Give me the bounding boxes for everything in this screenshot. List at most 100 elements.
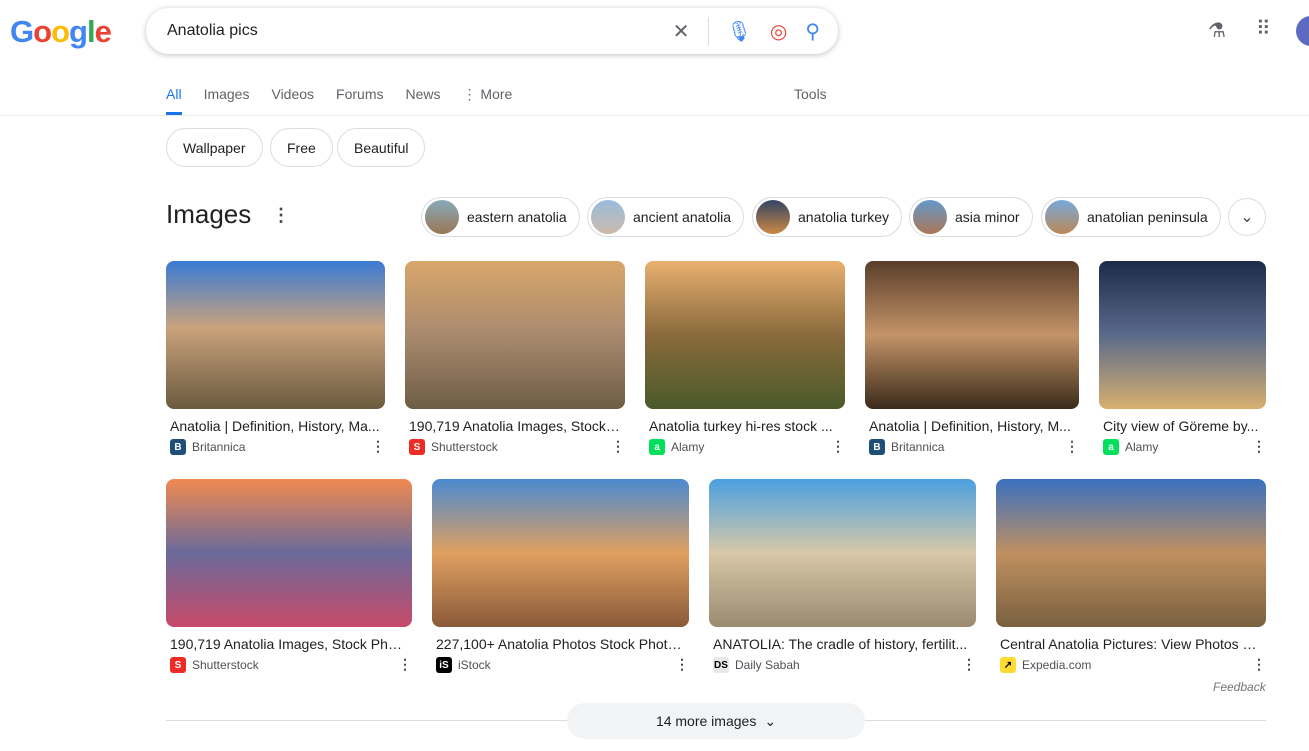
result-title[interactable]: Anatolia turkey hi-res stock ... xyxy=(649,418,841,434)
chip-beautiful[interactable]: Beautiful xyxy=(337,128,426,167)
chip-label: asia minor xyxy=(955,209,1020,225)
chip-label: ancient anatolia xyxy=(633,209,732,225)
more-images-button[interactable]: 14 more images ⌄ xyxy=(567,703,865,739)
result-title[interactable]: 227,100+ Anatolia Photos Stock Photo... xyxy=(436,636,685,652)
related-chip[interactable]: eastern anatolia xyxy=(421,197,580,237)
favicon-icon: a xyxy=(1103,439,1119,455)
related-chip[interactable]: ancient anatolia xyxy=(587,197,745,237)
result-image[interactable] xyxy=(709,479,976,627)
result-source[interactable]: S Shutterstock xyxy=(409,439,498,455)
more-options-icon[interactable]: ⋮ xyxy=(611,438,625,455)
result-source[interactable]: B Britannica xyxy=(170,439,245,455)
divider xyxy=(707,17,709,45)
result-image[interactable] xyxy=(865,261,1079,409)
feedback-link[interactable]: Feedback xyxy=(1213,680,1266,694)
result-title[interactable]: Central Anatolia Pictures: View Photos &… xyxy=(1000,636,1262,652)
tab-more[interactable]: ⋮ More xyxy=(463,86,513,115)
chip-free[interactable]: Free xyxy=(270,128,333,167)
favicon-icon: a xyxy=(649,439,665,455)
tab-news[interactable]: News xyxy=(406,86,441,115)
more-options-icon[interactable]: ⋮ xyxy=(675,656,689,673)
more-options-icon[interactable]: ⋮ xyxy=(1065,438,1079,455)
more-options-icon[interactable]: ⋮ xyxy=(1252,656,1266,673)
thumbnail xyxy=(756,200,790,234)
tab-videos[interactable]: Videos xyxy=(271,86,314,115)
result-image[interactable] xyxy=(1099,261,1266,409)
favicon-icon: DS xyxy=(713,657,729,673)
tab-images[interactable]: Images xyxy=(204,86,250,115)
result-source[interactable]: a Alamy xyxy=(1103,439,1158,455)
related-chip[interactable]: anatolian peninsula xyxy=(1041,197,1221,237)
more-options-icon[interactable]: ⋮ xyxy=(398,656,412,673)
result-image[interactable] xyxy=(645,261,845,409)
microphone-icon[interactable]: 🎙 xyxy=(727,19,752,44)
result-image[interactable] xyxy=(166,261,385,409)
thumbnail xyxy=(591,200,625,234)
source-name: Expedia.com xyxy=(1022,658,1092,672)
result-title[interactable]: Anatolia | Definition, History, Ma... xyxy=(170,418,381,434)
result-title[interactable]: Anatolia | Definition, History, M... xyxy=(869,418,1075,434)
image-result[interactable]: Anatolia turkey hi-res stock ... a Alamy … xyxy=(645,261,845,461)
favicon-icon: iS xyxy=(436,657,452,673)
image-result[interactable]: Anatolia | Definition, History, M... B Br… xyxy=(865,261,1079,461)
google-logo[interactable]: Google xyxy=(10,14,112,50)
result-image[interactable] xyxy=(166,479,412,627)
apps-grid-icon[interactable]: ⠿ xyxy=(1256,16,1271,41)
related-chip[interactable]: anatolia turkey xyxy=(752,197,903,237)
search-icon[interactable]: ⚲ xyxy=(805,19,820,44)
clear-icon[interactable]: ✕ xyxy=(673,19,690,44)
image-result[interactable]: 227,100+ Anatolia Photos Stock Photo... … xyxy=(432,479,689,679)
favicon-icon: B xyxy=(170,439,186,455)
more-options-icon[interactable]: ⋮ xyxy=(1252,438,1266,455)
tab-more-label: More xyxy=(480,86,513,102)
result-title[interactable]: 190,719 Anatolia Images, Stock Phot... xyxy=(170,636,408,652)
source-name: Alamy xyxy=(1125,440,1159,454)
search-input[interactable]: Anatolia pics xyxy=(167,22,673,40)
labs-icon[interactable]: ⚗ xyxy=(1208,18,1226,43)
related-chip[interactable]: asia minor xyxy=(909,197,1033,237)
result-source[interactable]: S Shutterstock xyxy=(170,657,259,673)
search-tabs: All Images Videos Forums News ⋮ More xyxy=(166,86,534,115)
source-name: iStock xyxy=(458,658,491,672)
tools-button[interactable]: Tools xyxy=(794,86,827,102)
image-result[interactable]: ANATOLIA: The cradle of history, fertili… xyxy=(709,479,976,679)
result-image[interactable] xyxy=(405,261,625,409)
result-image[interactable] xyxy=(432,479,689,627)
more-options-icon[interactable]: ⋮ xyxy=(831,438,845,455)
more-options-icon[interactable]: ⋮ xyxy=(962,656,976,673)
result-source[interactable]: B Britannica xyxy=(869,439,944,455)
chevron-down-icon: ⌄ xyxy=(764,712,777,729)
avatar[interactable] xyxy=(1296,16,1309,46)
source-name: Britannica xyxy=(192,440,246,454)
images-heading: Images xyxy=(166,199,252,229)
chip-label: eastern anatolia xyxy=(467,209,567,225)
search-box[interactable]: Anatolia pics ✕ 🎙 ◎ ⚲ xyxy=(146,8,838,54)
source-name: Shutterstock xyxy=(431,440,498,454)
tab-all[interactable]: All xyxy=(166,86,182,115)
result-source[interactable]: ↗ Expedia.com xyxy=(1000,657,1091,673)
expand-chevron-icon[interactable]: ⌄ xyxy=(1228,198,1266,236)
lens-icon[interactable]: ◎ xyxy=(770,19,787,44)
thumbnail xyxy=(425,200,459,234)
result-source[interactable]: iS iStock xyxy=(436,657,491,673)
chip-wallpaper[interactable]: Wallpaper xyxy=(166,128,263,167)
result-title[interactable]: ANATOLIA: The cradle of history, fertili… xyxy=(713,636,972,652)
favicon-icon: S xyxy=(170,657,186,673)
result-image[interactable] xyxy=(996,479,1266,627)
tab-forums[interactable]: Forums xyxy=(336,86,383,115)
favicon-icon: B xyxy=(869,439,885,455)
image-result[interactable]: 190,719 Anatolia Images, Stock Phot... S… xyxy=(166,479,412,679)
result-title[interactable]: 190,719 Anatolia Images, Stock P... xyxy=(409,418,621,434)
image-result[interactable]: City view of Göreme by... a Alamy ⋮ xyxy=(1099,261,1266,461)
more-options-icon[interactable]: ⋮ xyxy=(272,205,290,226)
image-result[interactable]: Anatolia | Definition, History, Ma... BB… xyxy=(166,261,385,461)
more-options-icon[interactable]: ⋮ xyxy=(371,438,385,455)
image-result[interactable]: Central Anatolia Pictures: View Photos &… xyxy=(996,479,1266,679)
result-source[interactable]: a Alamy xyxy=(649,439,704,455)
thumbnail xyxy=(913,200,947,234)
result-source[interactable]: DS Daily Sabah xyxy=(713,657,800,673)
source-name: Alamy xyxy=(671,440,705,454)
divider xyxy=(0,115,1309,116)
image-result[interactable]: 190,719 Anatolia Images, Stock P... S Shu… xyxy=(405,261,625,461)
result-title[interactable]: City view of Göreme by... xyxy=(1103,418,1262,434)
